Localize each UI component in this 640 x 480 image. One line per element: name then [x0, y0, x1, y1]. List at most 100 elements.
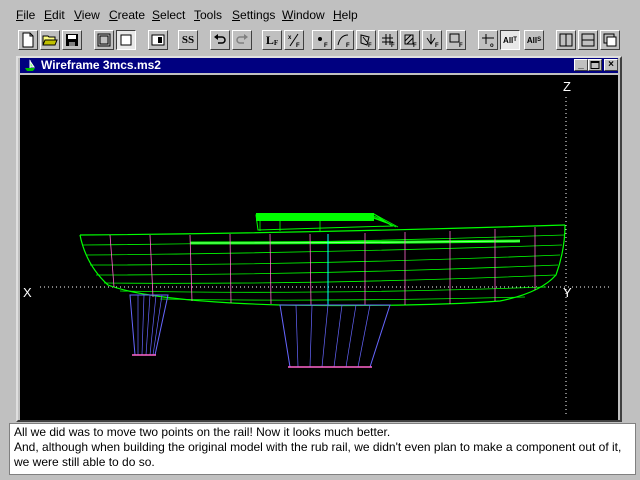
- menu-window[interactable]: Window: [282, 8, 325, 22]
- view-frame-button[interactable]: [94, 30, 114, 50]
- point-icon: F: [318, 37, 328, 48]
- new-file-icon: [22, 32, 34, 48]
- add-point-button[interactable]: F: [312, 30, 332, 50]
- rudder: [129, 294, 169, 356]
- close-button[interactable]: ×: [604, 59, 618, 71]
- branch-button[interactable]: F: [422, 30, 442, 50]
- wireframe-canvas[interactable]: X Y Z: [20, 75, 618, 420]
- waterline-2: [85, 244, 563, 256]
- caption-line-1: All we did was to move two points on the…: [14, 425, 391, 439]
- wireframe-viewport[interactable]: X Y Z: [20, 75, 618, 420]
- svg-text:F: F: [413, 43, 417, 48]
- menu-select[interactable]: Select: [152, 8, 185, 22]
- caption-line-2: And, although when building the original…: [14, 440, 622, 469]
- new-file-button[interactable]: [18, 30, 38, 50]
- ss-button[interactable]: SS: [178, 30, 198, 50]
- folder-open-icon: [42, 35, 58, 46]
- region-icon: F: [449, 33, 463, 48]
- waterline-4: [95, 264, 559, 276]
- station-1: [109, 234, 115, 288]
- grid-button[interactable]: F: [378, 30, 398, 50]
- rudder-rib-2: [141, 294, 145, 356]
- maximize-icon: [590, 61, 600, 69]
- keel-rib-6: [357, 304, 371, 368]
- rudder-rib-4: [149, 294, 157, 356]
- svg-text:o: o: [490, 43, 494, 48]
- surface-icon: F: [360, 34, 372, 48]
- maximize-button[interactable]: [588, 59, 602, 71]
- undo-icon: [214, 34, 226, 44]
- cascade-button[interactable]: [600, 30, 620, 50]
- add-surface-button[interactable]: F: [356, 30, 376, 50]
- station-6: [309, 233, 312, 306]
- caption-box: All we did was to move two points on the…: [9, 423, 636, 475]
- menu-tools[interactable]: Tools: [194, 8, 222, 22]
- axis-label-x: X: [23, 285, 32, 300]
- keel: [279, 304, 391, 368]
- all-s-label: All: [526, 35, 538, 45]
- floppy-disk-icon: [66, 34, 78, 46]
- frame-icon: [97, 33, 111, 47]
- fraction-button[interactable]: xF: [284, 30, 304, 50]
- region-button[interactable]: F: [446, 30, 466, 50]
- waterline-7: [159, 296, 526, 301]
- waterline-5: [103, 274, 556, 284]
- curve-icon: F: [337, 34, 350, 48]
- lf-button[interactable]: LF: [262, 30, 282, 50]
- svg-text:F: F: [324, 43, 328, 48]
- hatch-button[interactable]: F: [400, 30, 420, 50]
- save-button[interactable]: [62, 30, 82, 50]
- view-panel-button[interactable]: [148, 30, 168, 50]
- keel-rib-1: [295, 304, 299, 368]
- station-3: [189, 234, 193, 302]
- waterline-3: [89, 254, 561, 266]
- lf-label: L: [265, 32, 274, 47]
- rudder-rib-3: [145, 294, 151, 356]
- all-t-button[interactable]: All T: [500, 30, 520, 50]
- menu-help[interactable]: Help: [333, 8, 358, 22]
- menu-edit[interactable]: Edit: [44, 8, 65, 22]
- rudder-rib-5: [152, 294, 163, 356]
- menu-settings[interactable]: Settings: [232, 8, 275, 22]
- add-curve-button[interactable]: F: [334, 30, 354, 50]
- menu-view[interactable]: View: [74, 8, 100, 22]
- tile-vertical-button[interactable]: [556, 30, 576, 50]
- wireframe-window: Wireframe 3mcs.ms2 _ × X Y Z: [16, 56, 622, 422]
- undo-button[interactable]: [210, 30, 230, 50]
- all-s-sub: S: [537, 37, 542, 43]
- svg-text:F: F: [346, 43, 350, 48]
- keel-rib-4: [333, 304, 343, 368]
- panel-icon: [151, 34, 165, 46]
- lf-subscript: F: [273, 39, 279, 47]
- open-file-button[interactable]: [40, 30, 60, 50]
- rudder-outline: [129, 294, 169, 356]
- waterline-6: [119, 286, 547, 293]
- all-s-button[interactable]: All S: [524, 30, 544, 50]
- window-titlebar[interactable]: Wireframe 3mcs.ms2 _ ×: [20, 58, 618, 73]
- minimize-button[interactable]: _: [574, 59, 588, 71]
- cascade-icon: [603, 33, 617, 47]
- tile-vertical-icon: [559, 33, 573, 47]
- hatch-icon: F: [404, 34, 417, 48]
- deckhouse: [255, 213, 399, 231]
- station-5: [269, 233, 272, 305]
- branch-icon: F: [426, 34, 439, 48]
- svg-text:F: F: [296, 43, 300, 48]
- menu-file[interactable]: File: [16, 8, 35, 22]
- redo-button[interactable]: [232, 30, 252, 50]
- menu-create[interactable]: Create: [109, 8, 145, 22]
- all-t-label: All: [503, 35, 514, 45]
- hull-stations: [109, 227, 536, 306]
- view-single-button[interactable]: [116, 30, 136, 50]
- close-icon: ×: [608, 59, 614, 70]
- keel-rib-3: [321, 304, 329, 368]
- hull-sheer-line: [79, 224, 566, 236]
- svg-text:F: F: [459, 43, 463, 48]
- keel-rib-5: [345, 304, 357, 368]
- origin-button[interactable]: o: [478, 30, 498, 50]
- deckhouse-roof: [256, 213, 374, 221]
- window-title: Wireframe 3mcs.ms2: [41, 58, 161, 72]
- svg-text:F: F: [368, 43, 372, 48]
- tile-horizontal-button[interactable]: [578, 30, 598, 50]
- origin-icon: o: [482, 34, 494, 48]
